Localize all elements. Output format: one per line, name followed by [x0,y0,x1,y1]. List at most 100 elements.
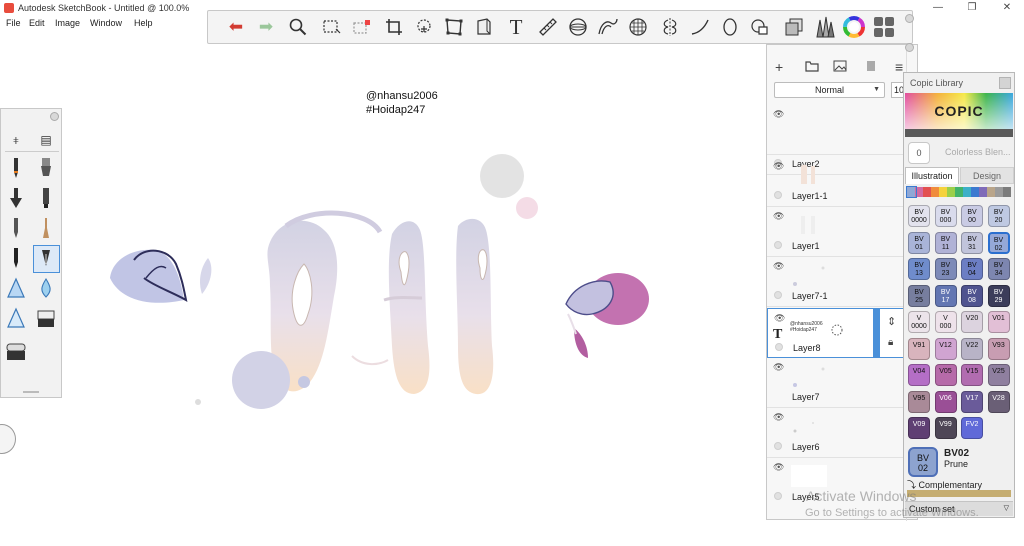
menu-image[interactable]: Image [55,18,80,28]
undo-icon[interactable]: ⬅ [224,15,248,39]
copic-swatch[interactable]: BV 31 [961,231,983,254]
ui-toggle-icon[interactable] [872,15,896,39]
french-curve-icon[interactable] [596,15,620,39]
layer-lock-toggle[interactable] [774,492,782,500]
layer-editor-icon[interactable] [782,15,806,39]
perspective-icon[interactable] [472,15,496,39]
copic-swatch[interactable]: V01 [987,311,1010,333]
eye-icon[interactable]: 👁 [773,362,784,373]
copic-swatch[interactable]: V95 [908,390,930,413]
ruler-icon[interactable] [536,15,560,39]
menu-edit[interactable]: Edit [29,18,45,28]
tab-illustration[interactable]: Illustration [905,167,959,184]
copic-swatch[interactable]: BV 34 [987,258,1010,280]
copic-swatch[interactable]: V22 [961,337,983,360]
close-button[interactable]: ✕ [995,1,1019,15]
palette-close-icon[interactable] [50,112,59,121]
copic-swatch[interactable]: V05 [934,364,957,386]
menu-window[interactable]: Window [90,18,122,28]
ballpoint-icon[interactable] [3,215,29,241]
lasso-icon[interactable] [412,15,436,39]
copic-swatch[interactable]: FV2 [961,417,983,439]
layer-row[interactable]: 👁 Layer6 [767,408,905,458]
copic-collapse-bar[interactable] [905,129,1013,137]
layer-row-selected[interactable]: 👁 T @nhansu2006 #Hoidap247 Layer8 [767,308,905,358]
distort-icon[interactable] [442,15,466,39]
color-wheel-icon[interactable] [842,15,866,39]
minimize-button[interactable]: — [926,1,950,15]
layer-lock-toggle[interactable] [774,442,782,450]
blend-mode-select[interactable]: Normal ▼ [774,82,885,98]
copic-swatch[interactable]: BV 17 [934,284,957,307]
layer-lock-toggle[interactable] [775,343,783,351]
copic-swatch[interactable]: V06 [934,390,957,413]
copic-swatch[interactable]: V99 [934,417,957,439]
eye-icon[interactable]: 👁 [773,412,784,423]
toolbar-close-icon[interactable] [905,14,914,23]
zoom-icon[interactable] [286,15,310,39]
layer-menu-icon[interactable]: ≡ [895,59,903,75]
redo-icon[interactable]: ➡ [254,15,278,39]
rect-select-icon[interactable] [320,15,344,39]
stroke-icon[interactable] [688,15,712,39]
copic-swatch[interactable]: BV 01 [908,231,930,254]
copic-swatch[interactable]: BV 0000 [908,205,930,227]
canvas-text-line2[interactable]: #Hoidap247 [366,104,425,116]
palette-resize-handle[interactable] [23,391,39,393]
crop-icon[interactable] [382,15,406,39]
fountain-pen-icon[interactable] [33,245,59,271]
paintbrush-icon[interactable] [33,215,59,241]
layer-row[interactable]: 👁 Layer1-1 [767,157,905,207]
layer-panel-close-icon[interactable] [905,43,914,52]
water-drop-icon[interactable] [33,275,59,301]
maximize-button[interactable]: ❐ [960,1,984,15]
airbrush-icon[interactable] [33,155,59,181]
copic-swatch[interactable]: BV 02 [987,231,1010,254]
fine-pen-icon[interactable] [3,245,29,271]
copic-swatch[interactable]: V20 [961,311,983,333]
hard-brush-icon[interactable] [3,305,29,331]
add-layer-icon[interactable]: + [775,59,783,75]
copic-swatch[interactable]: V93 [987,337,1010,360]
hue-family-strip[interactable] [907,187,1011,197]
lagoon-handle[interactable] [0,424,16,454]
eye-icon[interactable]: 👁 [773,109,784,120]
blue-triangle-brush-icon[interactable] [3,275,29,301]
soft-eraser-icon[interactable] [3,339,29,365]
eye-icon[interactable]: 👁 [773,462,784,473]
symmetry-icon[interactable] [658,15,682,39]
layer-row[interactable]: 👁 Layer1 [767,207,905,257]
copic-swatch[interactable]: V15 [961,364,983,386]
copic-swatch[interactable]: BV 23 [934,258,957,280]
copic-swatch[interactable]: V09 [908,417,930,439]
copic-swatch[interactable]: V 000 [934,311,957,333]
copic-swatch[interactable]: BV 000 [934,205,957,227]
brush-library-icon[interactable]: ▤ [33,127,59,153]
complementary-color-bar[interactable] [907,490,1011,497]
eye-icon[interactable]: 👁 [774,313,785,324]
copic-swatch[interactable]: BV 04 [961,258,983,280]
current-color-swatch[interactable]: BV 02 [908,447,938,477]
perspective-grid-icon[interactable] [626,15,650,39]
eye-icon[interactable]: 👁 [773,161,784,172]
ellipse-guide-icon[interactable] [566,15,590,39]
layer-row[interactable]: 👁 Layer7-1 [767,257,905,307]
copic-swatch[interactable]: BV 08 [961,284,983,307]
copic-swatch[interactable]: V17 [961,390,983,413]
ink-pen-icon[interactable] [3,185,29,211]
copic-close-icon[interactable] [999,77,1011,89]
layer-row[interactable]: 👁 Layer7 [767,358,905,408]
menu-file[interactable]: File [6,18,21,28]
transform-icon[interactable] [350,15,374,39]
copic-swatch[interactable]: BV 11 [934,231,957,254]
drawing-canvas[interactable]: @nhansu2006 #Hoidap247 [62,46,766,546]
colorless-blender-swatch[interactable]: 0 [908,142,930,164]
colorless-blender-row[interactable]: 0 Colorless Blen... [907,141,1011,165]
pencil-icon[interactable] [3,155,29,181]
copic-swatch[interactable]: BV 29 [987,284,1010,307]
eye-icon[interactable]: 👁 [773,261,784,272]
copic-swatch[interactable]: BV 25 [908,284,930,307]
text-icon[interactable]: T [504,15,528,39]
eye-icon[interactable]: 👁 [773,211,784,222]
eraser-icon[interactable] [33,305,59,331]
